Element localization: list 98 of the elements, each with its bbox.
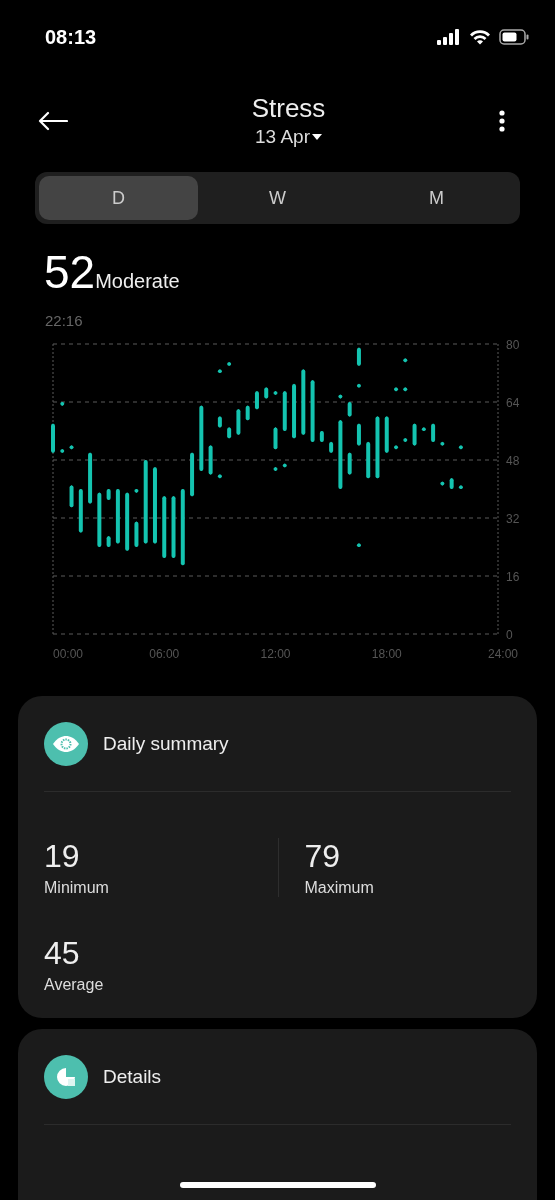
eye-icon xyxy=(44,722,88,766)
pie-chart-icon xyxy=(44,1055,88,1099)
range-bar xyxy=(227,361,232,367)
axis-label: 80 xyxy=(506,338,520,352)
axis-label: 0 xyxy=(506,628,513,642)
range-bar xyxy=(245,405,250,421)
range-bar xyxy=(356,423,361,446)
stat-value: 19 xyxy=(44,838,81,875)
range-bar xyxy=(264,387,269,399)
card-title: Details xyxy=(103,1066,162,1088)
range-bar xyxy=(292,383,297,439)
range-bar xyxy=(273,426,278,450)
range-bar xyxy=(236,408,241,436)
range-bar xyxy=(227,426,232,439)
status-time: 08:13 xyxy=(45,25,97,49)
wifi-icon xyxy=(469,29,491,45)
range-bar xyxy=(403,387,408,392)
range-bar xyxy=(458,484,463,490)
range-bar xyxy=(208,445,213,475)
range-bar xyxy=(125,492,130,552)
range-bar xyxy=(347,452,352,475)
range-bar xyxy=(449,477,454,490)
range-bar xyxy=(347,401,352,417)
axis-label: 24:00 xyxy=(487,647,518,661)
range-bar xyxy=(431,423,436,443)
stat-label: Maximum xyxy=(304,879,375,897)
axis-label: 64 xyxy=(506,396,520,410)
stress-value: 52 xyxy=(44,246,96,298)
page-title: Stress xyxy=(251,92,326,124)
range-bar xyxy=(60,401,65,407)
range-bar xyxy=(254,390,259,410)
date-selector[interactable]: 13 Apr xyxy=(255,124,310,150)
axis-label: 12:00 xyxy=(260,647,291,661)
range-bar xyxy=(217,368,222,374)
range-bar xyxy=(217,416,222,428)
range-bar xyxy=(273,390,278,396)
range-bar xyxy=(106,535,111,548)
range-bar xyxy=(217,474,222,479)
reading-time: 22:16 xyxy=(45,312,83,329)
axis-label: 48 xyxy=(506,454,520,468)
range-bar xyxy=(51,423,55,454)
stat-label: Average xyxy=(44,976,105,994)
range-bar xyxy=(162,495,167,559)
range-bar xyxy=(356,347,361,367)
caret-icon[interactable] xyxy=(311,133,322,141)
axis-label: 32 xyxy=(506,512,520,526)
range-bar xyxy=(171,495,176,559)
axis-label: 16 xyxy=(506,570,520,584)
range-bar xyxy=(338,419,343,490)
axis-label: 00:00 xyxy=(53,647,84,661)
range-bar xyxy=(60,448,65,454)
range-bar xyxy=(403,358,408,363)
range-bar xyxy=(134,521,139,548)
range-bar xyxy=(97,492,102,548)
signal-icon xyxy=(437,29,461,45)
range-bar xyxy=(458,445,463,450)
range-bar xyxy=(69,445,74,450)
range-bar xyxy=(394,387,398,392)
range-bar xyxy=(310,379,315,443)
range-bar xyxy=(440,481,445,486)
range-bar xyxy=(403,437,408,443)
range-bar xyxy=(88,452,93,504)
range-bar xyxy=(78,488,83,533)
stress-level: Moderate xyxy=(95,270,180,293)
range-bar xyxy=(319,430,324,443)
range-bar xyxy=(199,405,204,472)
range-bar xyxy=(301,368,306,436)
range-bar xyxy=(394,445,398,450)
axis-label: 06:00 xyxy=(149,647,180,661)
period-tab[interactable]: M xyxy=(357,176,516,220)
range-bar xyxy=(366,441,371,479)
period-tab[interactable]: W xyxy=(198,176,357,220)
range-bar xyxy=(115,488,120,544)
range-bar xyxy=(282,390,287,432)
battery-icon xyxy=(499,29,529,45)
range-bar xyxy=(412,423,417,446)
stat-value: 45 xyxy=(44,935,81,972)
range-bar xyxy=(190,452,195,497)
range-bar xyxy=(421,426,426,432)
range-bar xyxy=(440,441,445,446)
range-bar xyxy=(134,488,139,494)
range-bar xyxy=(69,484,74,508)
range-bar xyxy=(356,383,361,388)
range-bar xyxy=(384,416,389,454)
back-arrow-icon[interactable] xyxy=(38,111,68,131)
range-bar xyxy=(375,416,380,479)
stat-value: 79 xyxy=(304,838,342,875)
card-title: Daily summary xyxy=(103,733,229,755)
period-tab[interactable]: D xyxy=(39,176,198,220)
stat-label: Minimum xyxy=(44,879,110,897)
range-bar xyxy=(338,394,343,399)
range-bar xyxy=(106,488,111,501)
range-bar xyxy=(273,466,278,472)
more-icon[interactable] xyxy=(499,110,505,132)
range-bar xyxy=(282,463,287,468)
range-bar xyxy=(329,441,334,454)
range-bar xyxy=(356,542,361,548)
axis-label: 18:00 xyxy=(371,647,402,661)
